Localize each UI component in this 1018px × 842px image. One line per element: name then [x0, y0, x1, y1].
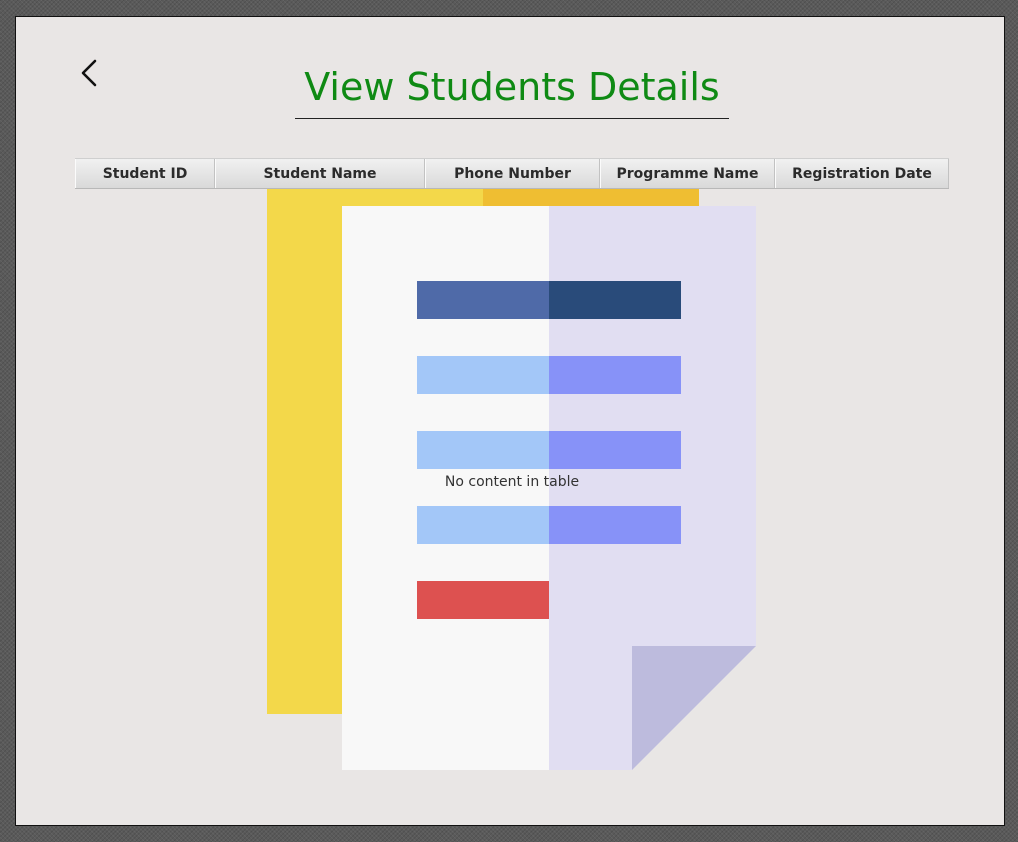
table-header: Student ID Student Name Phone Number Pro…	[75, 158, 949, 189]
page-title: View Students Details	[304, 65, 720, 109]
column-header-phone-number[interactable]: Phone Number	[425, 159, 600, 188]
bar-1-right	[549, 281, 681, 319]
folder-left	[267, 158, 483, 714]
bar-2-left	[417, 356, 549, 394]
column-header-registration-date[interactable]: Registration Date	[775, 159, 949, 188]
column-header-programme-name[interactable]: Programme Name	[600, 159, 775, 188]
bar-2-right	[549, 356, 681, 394]
bar-1-left	[417, 281, 549, 319]
chevron-left-icon	[81, 59, 97, 87]
bar-3-right	[549, 431, 681, 469]
bar-4-right	[549, 506, 681, 544]
bar-5-red	[417, 581, 549, 619]
column-header-student-id[interactable]: Student ID	[75, 159, 215, 188]
column-header-student-name[interactable]: Student Name	[215, 159, 425, 188]
bar-4-left	[417, 506, 549, 544]
back-button[interactable]	[76, 57, 106, 91]
bar-3-left	[417, 431, 549, 469]
table-placeholder: No content in table	[444, 474, 580, 490]
page-fold	[632, 646, 756, 770]
app-window: View Students Details Student ID Student…	[15, 16, 1005, 826]
title-underline	[295, 118, 729, 119]
students-table[interactable]: Student ID Student Name Phone Number Pro…	[75, 158, 949, 798]
